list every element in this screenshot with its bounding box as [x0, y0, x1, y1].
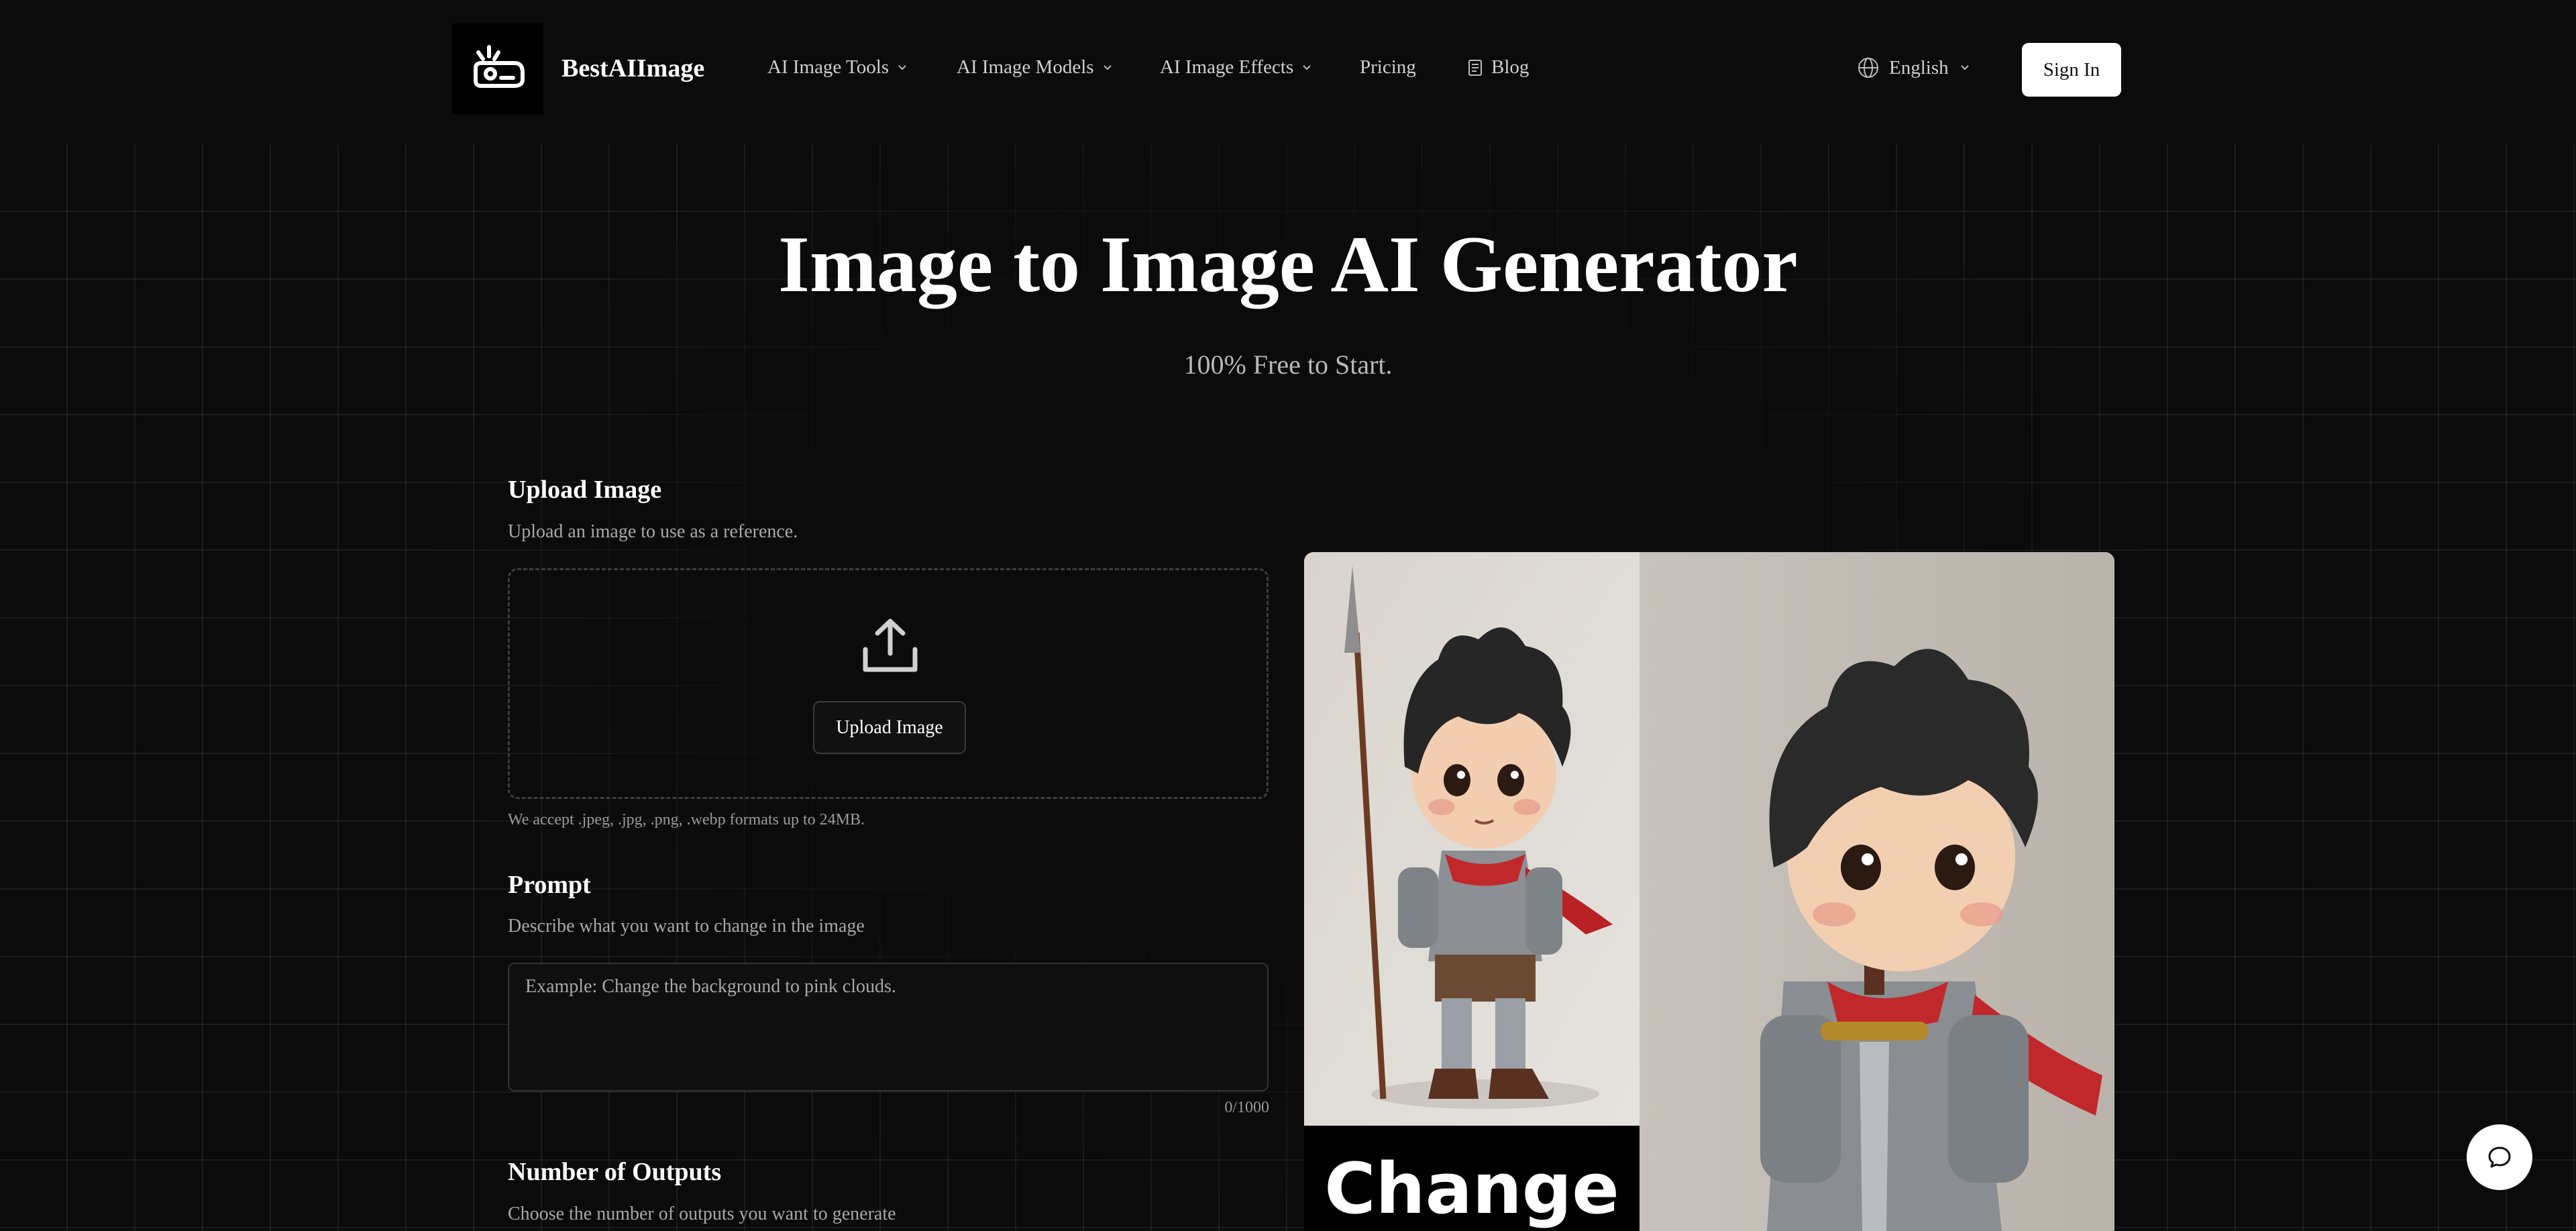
preview-illustration: Change: [1304, 552, 2114, 1231]
chevron-down-icon: [1960, 65, 1969, 70]
outputs-section-title: Number of Outputs: [508, 1158, 722, 1186]
page-title: Image to Image AI Generator: [778, 219, 1798, 309]
nav-ai-image-effects[interactable]: AI Image Effects: [1160, 56, 1313, 78]
prompt-input[interactable]: [508, 963, 1269, 1091]
prompt-character-counter: 0/1000: [1224, 1099, 1269, 1116]
document-icon: [1468, 59, 1482, 76]
logo[interactable]: [452, 23, 543, 115]
upload-icon: [863, 619, 918, 672]
prompt-section-description: Describe what you want to change in the …: [508, 916, 865, 936]
nav-label: Blog: [1491, 56, 1529, 78]
chat-button[interactable]: [2467, 1124, 2532, 1190]
preview-caption: Change: [1324, 1148, 1619, 1230]
robot-logo-icon: [474, 45, 525, 88]
language-label: English: [1889, 56, 1949, 78]
upload-image-button[interactable]: Upload Image: [813, 701, 966, 754]
nav-blog[interactable]: Blog: [1466, 56, 1529, 78]
nav-pricing[interactable]: Pricing: [1360, 56, 1416, 78]
upload-section-description: Upload an image to use as a reference.: [508, 521, 798, 542]
chevron-down-icon: [1303, 64, 1311, 70]
nav-label: AI Image Tools: [767, 56, 890, 78]
globe-icon: [1858, 58, 1878, 78]
brand-name[interactable]: BestAIImage: [561, 54, 704, 83]
chevron-down-icon: [1103, 64, 1112, 70]
accepted-formats-note: We accept .jpeg, .jpg, .png, .webp forma…: [508, 811, 865, 828]
nav-ai-image-tools[interactable]: AI Image Tools: [767, 56, 909, 78]
page-subtitle: 100% Free to Start.: [1183, 350, 1393, 380]
outputs-section-description: Choose the number of outputs you want to…: [508, 1203, 896, 1224]
upload-section-title: Upload Image: [508, 476, 662, 504]
top-header: BestAIImage AI Image Tools AI Image Mode…: [0, 0, 2576, 141]
nav-label: AI Image Effects: [1160, 56, 1294, 78]
chat-bubble-icon: [2488, 1146, 2511, 1168]
nav-label: Pricing: [1360, 56, 1416, 78]
example-preview-image: Change: [1304, 552, 2114, 1231]
chevron-down-icon: [898, 64, 906, 70]
nav-label: AI Image Models: [957, 56, 1094, 78]
language-selector[interactable]: English: [1857, 56, 1972, 79]
prompt-section-title: Prompt: [508, 871, 591, 899]
sign-in-button[interactable]: Sign In: [2022, 43, 2121, 97]
upload-dropzone[interactable]: [508, 568, 1269, 799]
nav-ai-image-models[interactable]: AI Image Models: [957, 56, 1114, 78]
page: BestAIImage AI Image Tools AI Image Mode…: [0, 0, 2576, 1231]
